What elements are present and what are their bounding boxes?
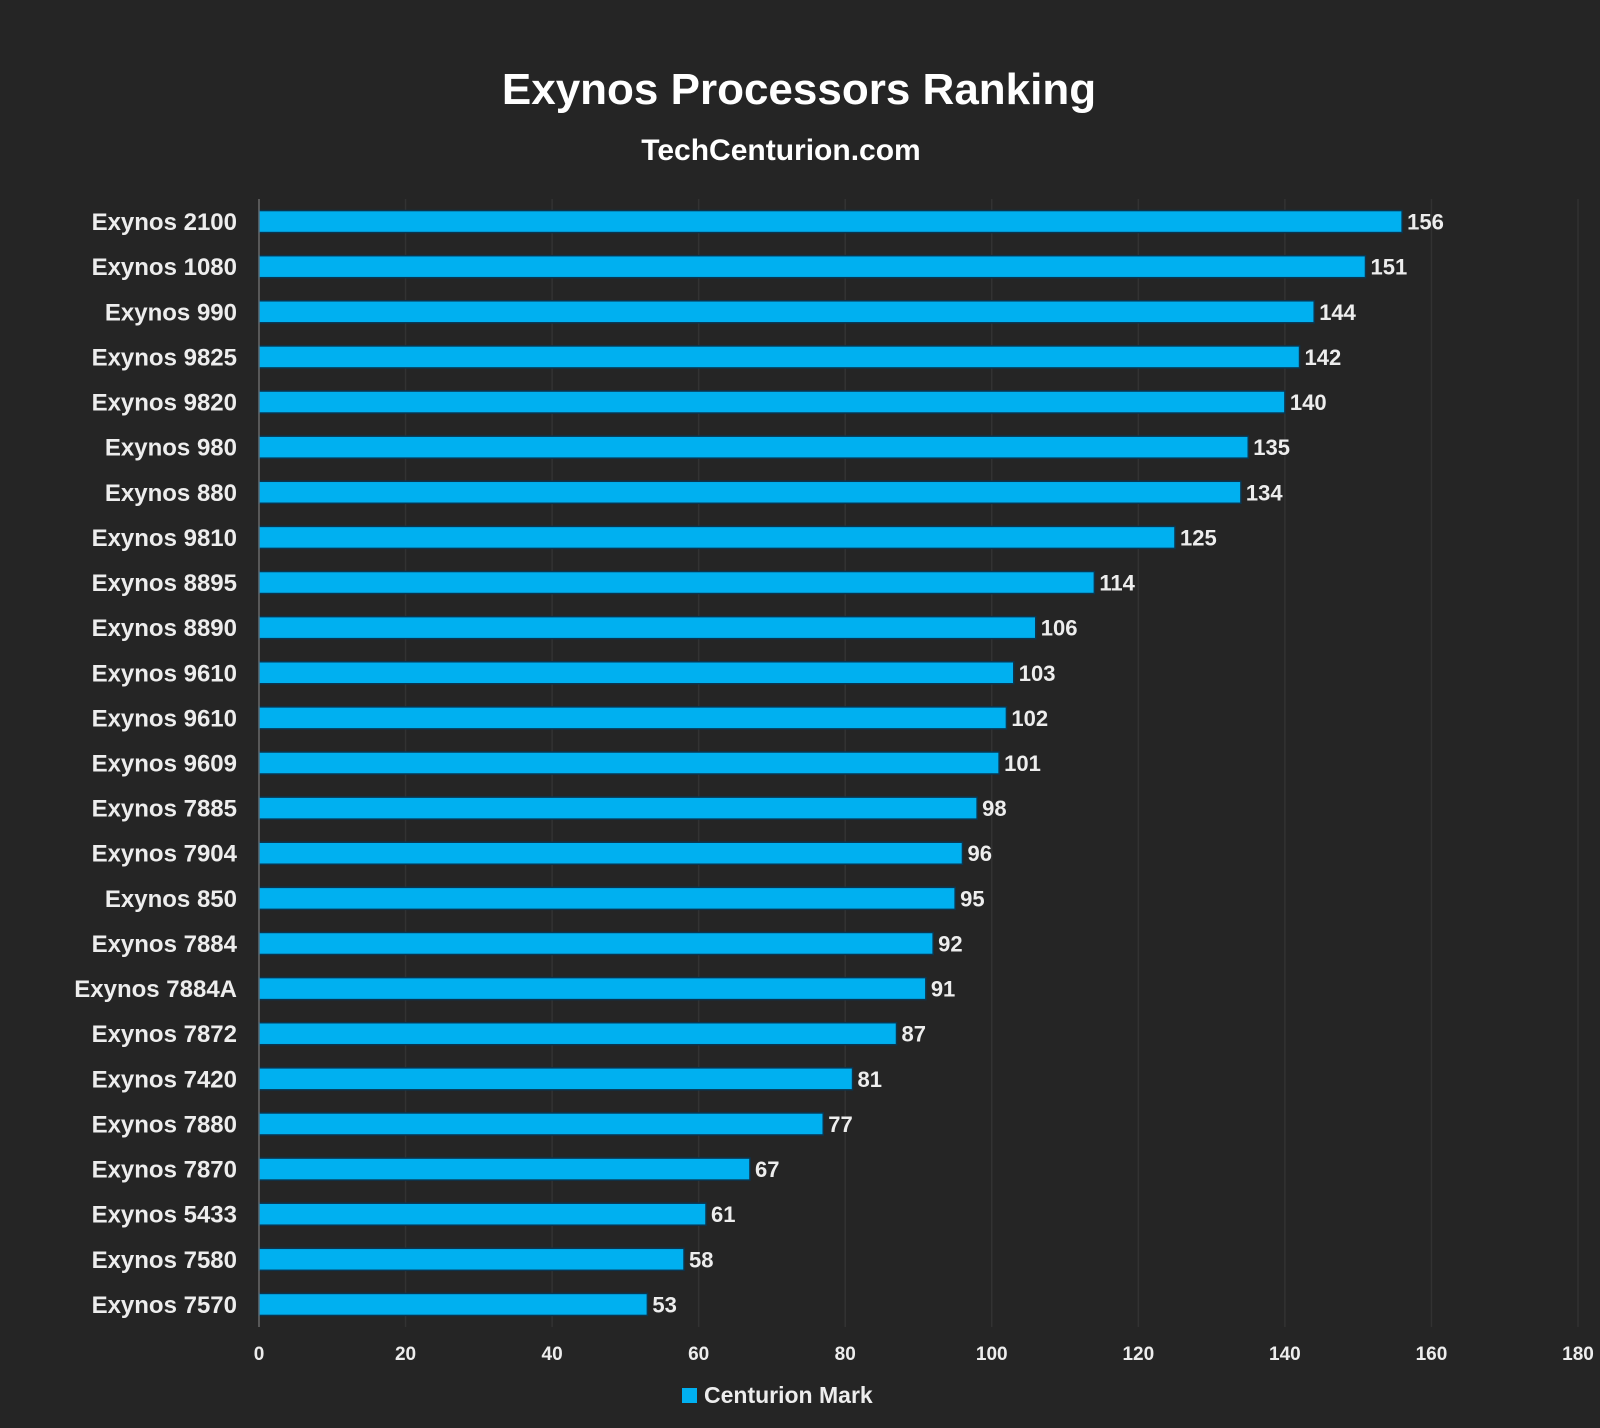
- bar: [258, 1157, 751, 1181]
- value-label: 151: [1370, 255, 1407, 280]
- category-label: Exynos 9610: [92, 660, 237, 687]
- x-tick-label: 0: [254, 1344, 265, 1365]
- category-label: Exynos 8890: [92, 615, 237, 642]
- bar: [258, 345, 1301, 369]
- x-tick-label: 20: [395, 1344, 416, 1365]
- category-label: Exynos 1080: [92, 254, 237, 281]
- bar: [258, 300, 1315, 324]
- value-label: 125: [1180, 525, 1217, 550]
- bar: [258, 390, 1286, 414]
- category-label: Exynos 7885: [92, 796, 237, 823]
- value-label: 106: [1041, 616, 1078, 641]
- category-label: Exynos 7884: [92, 931, 238, 958]
- bar: [258, 661, 1015, 685]
- category-label: Exynos 990: [105, 299, 237, 326]
- bar: [258, 706, 1008, 730]
- value-label: 81: [858, 1067, 882, 1092]
- category-label: Exynos 9610: [92, 705, 237, 732]
- legend-swatch: [682, 1388, 697, 1403]
- bar: [258, 1202, 707, 1226]
- category-label: Exynos 7884A: [74, 976, 237, 1003]
- bar: [258, 1067, 854, 1091]
- value-label: 140: [1290, 390, 1327, 415]
- bar: [258, 254, 1367, 279]
- x-tick-label: 160: [1416, 1344, 1448, 1365]
- x-tick-label: 40: [542, 1344, 563, 1365]
- bar: [258, 886, 956, 911]
- value-label: 102: [1011, 706, 1048, 731]
- value-label: 77: [828, 1112, 852, 1137]
- bar: [258, 1292, 649, 1317]
- category-label: Exynos 8895: [92, 570, 237, 597]
- bar: [258, 1112, 824, 1136]
- category-label: Exynos 7870: [92, 1157, 237, 1184]
- x-axis-tick-labels: 0 20 40 60 80 100 120 140 160 180: [254, 1344, 1594, 1365]
- value-label: 101: [1004, 751, 1041, 776]
- bar: [258, 976, 927, 1001]
- bar: [258, 1021, 898, 1046]
- bar: [258, 480, 1242, 505]
- category-label: Exynos 7580: [92, 1247, 237, 1274]
- bars: [258, 209, 1403, 1317]
- category-label: Exynos 7904: [92, 841, 238, 868]
- value-label: 53: [652, 1292, 676, 1317]
- value-label: 87: [902, 1022, 926, 1047]
- category-label: Exynos 7420: [92, 1066, 237, 1093]
- value-label: 103: [1019, 661, 1056, 686]
- bar: [258, 751, 1000, 775]
- value-label: 98: [982, 796, 1006, 821]
- value-label: 95: [960, 886, 984, 911]
- value-label: 156: [1407, 210, 1444, 235]
- x-tick-label: 180: [1562, 1344, 1594, 1365]
- bar: [258, 570, 1096, 595]
- chart-title: Exynos Processors Ranking: [502, 65, 1096, 114]
- bar-chart: Exynos Processors Ranking TechCenturion.…: [74, 65, 1594, 1408]
- category-label: Exynos 850: [105, 886, 237, 913]
- bar: [258, 841, 964, 865]
- category-label: Exynos 9825: [92, 344, 237, 371]
- category-label: Exynos 880: [105, 480, 237, 507]
- category-label: Exynos 7872: [92, 1021, 237, 1048]
- legend: Centurion Mark: [682, 1382, 873, 1408]
- value-label: 135: [1253, 435, 1290, 460]
- value-label: 114: [1099, 571, 1135, 596]
- value-label: 92: [938, 931, 962, 956]
- x-tick-label: 120: [1122, 1344, 1154, 1365]
- category-label: Exynos 9810: [92, 525, 237, 552]
- bar: [258, 435, 1249, 459]
- bar: [258, 615, 1037, 640]
- chart-subtitle: TechCenturion.com: [641, 134, 920, 167]
- category-label: Exynos 980: [105, 435, 237, 462]
- bar: [258, 796, 978, 820]
- bar: [258, 931, 934, 956]
- value-label: 96: [967, 841, 991, 866]
- value-label: 91: [931, 977, 955, 1002]
- bar: [258, 525, 1176, 550]
- legend-label: Centurion Mark: [704, 1382, 873, 1408]
- bar: [258, 1247, 685, 1272]
- category-labels: Exynos 2100 Exynos 1080 Exynos 990 Exynos 9…: [74, 209, 237, 1319]
- x-tick-label: 80: [835, 1344, 856, 1365]
- value-label: 134: [1246, 480, 1283, 505]
- category-label: Exynos 9820: [92, 390, 237, 417]
- x-tick-label: 100: [976, 1344, 1008, 1365]
- value-label: 61: [711, 1202, 735, 1227]
- value-label: 67: [755, 1157, 779, 1182]
- category-label: Exynos 7880: [92, 1111, 237, 1138]
- value-label: 142: [1305, 345, 1342, 370]
- category-label: Exynos 9609: [92, 751, 237, 778]
- category-label: Exynos 7570: [92, 1292, 237, 1319]
- value-label: 58: [689, 1247, 713, 1272]
- category-label: Exynos 5433: [92, 1202, 237, 1229]
- bar: [258, 209, 1403, 234]
- x-tick-label: 140: [1269, 1344, 1301, 1365]
- value-label: 144: [1319, 300, 1356, 325]
- category-label: Exynos 2100: [92, 209, 237, 236]
- x-tick-label: 60: [688, 1344, 709, 1365]
